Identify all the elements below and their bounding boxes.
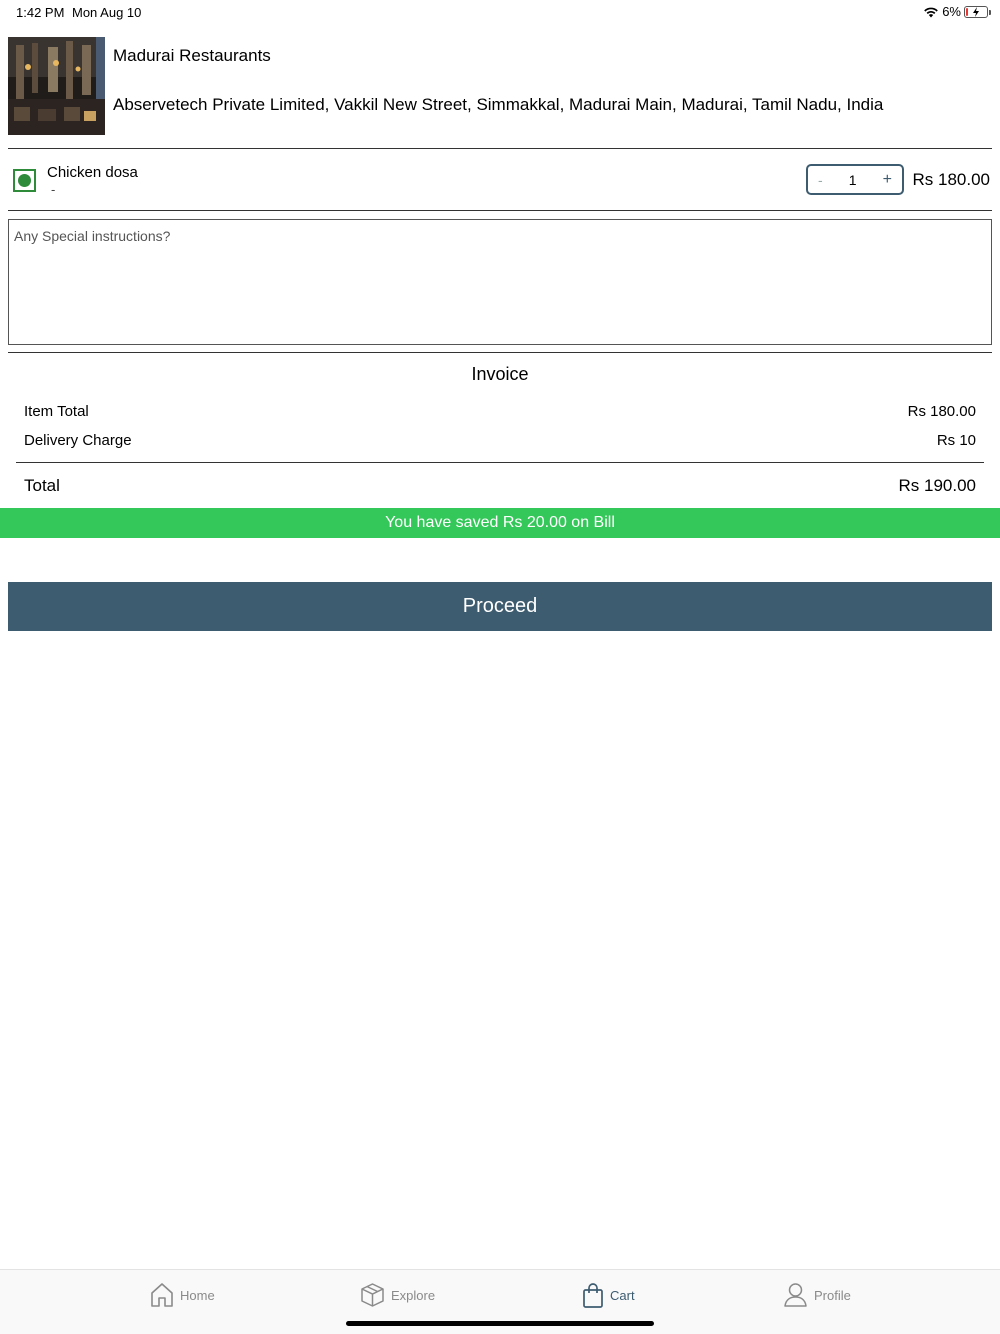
total-label: Total [24, 476, 60, 495]
invoice-row-label: Delivery Charge [24, 432, 132, 449]
wifi-icon [924, 7, 939, 17]
special-instructions-input[interactable] [8, 219, 992, 345]
divider [8, 148, 992, 149]
invoice-total-row: Total Rs 190.00 [24, 476, 976, 496]
user-icon [784, 1283, 807, 1307]
tab-label: Cart [610, 1288, 635, 1303]
home-icon [151, 1283, 173, 1307]
status-bar: 1:42 PM Mon Aug 10 6% [0, 0, 1000, 24]
divider [8, 352, 992, 353]
status-date: Mon Aug 10 [72, 5, 142, 20]
total-value: Rs 190.00 [898, 476, 977, 495]
shopping-bag-icon [583, 1283, 603, 1308]
invoice-row-value: Rs 180.00 [907, 403, 976, 420]
home-indicator [346, 1321, 654, 1326]
increase-quantity-button[interactable]: + [883, 171, 892, 189]
tab-explore[interactable]: Explore [360, 1282, 435, 1308]
invoice-title: Invoice [471, 364, 529, 384]
invoice-row: Item Total Rs 180.00 [24, 403, 976, 420]
quantity-value: 1 [848, 171, 857, 188]
proceed-button[interactable]: Proceed [8, 582, 992, 631]
item-subtitle: - [51, 182, 56, 197]
tab-cart[interactable]: Cart [582, 1282, 635, 1309]
restaurant-image [8, 37, 105, 135]
savings-banner: You have saved Rs 20.00 on Bill [0, 508, 1000, 538]
restaurant-address: Abservetech Private Limited, Vakkil New … [113, 95, 884, 114]
tab-label: Home [180, 1287, 215, 1303]
decrease-quantity-button[interactable]: - [818, 172, 823, 188]
cart-item-row: Chicken dosa - - 1 + Rs 180.00 [8, 150, 992, 210]
restaurant-name: Madurai Restaurants [113, 46, 271, 65]
invoice-row: Delivery Charge Rs 10 [24, 432, 976, 449]
tab-profile[interactable]: Profile [783, 1282, 851, 1308]
divider [16, 462, 984, 463]
tab-label: Profile [814, 1287, 851, 1303]
status-time: 1:42 PM [16, 5, 65, 20]
tab-home[interactable]: Home [150, 1282, 215, 1308]
invoice-row-value: Rs 10 [936, 432, 976, 449]
battery-icon [964, 5, 991, 18]
box-icon [361, 1283, 384, 1307]
veg-indicator-icon [13, 169, 36, 192]
item-price: Rs 180.00 [912, 170, 991, 189]
battery-percent: 6% [942, 4, 961, 19]
invoice-row-label: Item Total [24, 403, 89, 420]
status-indicators: 6% [923, 4, 991, 19]
item-name: Chicken dosa [47, 164, 138, 181]
restaurant-header: Madurai Restaurants Abservetech Private … [8, 37, 992, 135]
divider [8, 210, 992, 211]
quantity-stepper[interactable]: - 1 + [806, 164, 904, 195]
tab-label: Explore [391, 1287, 436, 1303]
